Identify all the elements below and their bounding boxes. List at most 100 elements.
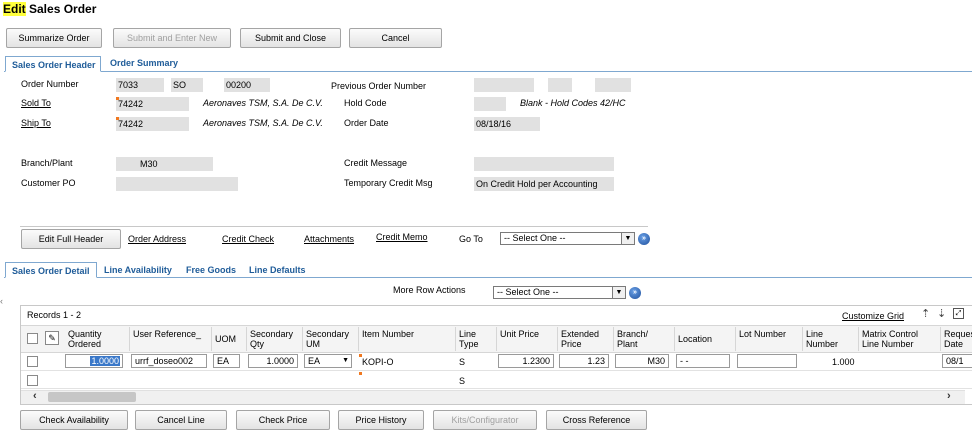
col-matrix-control[interactable]: Matrix Control Line Number	[859, 327, 941, 351]
item-number-value[interactable]: KOPI-O	[362, 357, 394, 367]
unit-price-input[interactable]: 1.2300	[498, 354, 554, 368]
table-row	[21, 371, 972, 389]
go-arrow-icon[interactable]: »	[629, 287, 641, 299]
order-date-field[interactable]: 08/18/16	[474, 117, 540, 131]
credit-check-link[interactable]: Credit Check	[222, 234, 274, 244]
temp-credit-field[interactable]: On Credit Hold per Accounting	[474, 177, 614, 191]
cross-reference-button[interactable]: Cross Reference	[546, 410, 647, 430]
hold-code-label: Hold Code	[344, 98, 387, 108]
branch-plant-field[interactable]: M30	[116, 157, 213, 171]
col-requested-date[interactable]: Requested Date	[941, 327, 972, 351]
select-all-checkbox[interactable]	[27, 333, 38, 344]
check-price-button[interactable]: Check Price	[236, 410, 330, 430]
col-branch-plant[interactable]: Branch/ Plant	[614, 327, 675, 351]
cancel-line-button[interactable]: Cancel Line	[135, 410, 227, 430]
col-uom[interactable]: UOM	[212, 327, 247, 351]
requested-date-input[interactable]: 08/1	[942, 354, 972, 368]
title-highlight: Edit	[3, 2, 26, 16]
horizontal-scrollbar[interactable]	[21, 390, 965, 404]
tab-line-defaults[interactable]: Line Defaults	[249, 265, 306, 275]
header-tab-strip-line	[4, 71, 972, 72]
more-row-actions-value: -- Select One --	[497, 287, 559, 297]
records-count: Records 1 - 2	[27, 310, 82, 320]
secondary-qty-input[interactable]: 1.0000	[248, 354, 298, 368]
scroll-left-icon[interactable]: ‹	[33, 390, 37, 402]
line-number-value: 1.000	[832, 357, 855, 367]
order-address-link[interactable]: Order Address	[128, 234, 186, 244]
previous-order-field-3[interactable]	[595, 78, 631, 92]
submit-close-button[interactable]: Submit and Close	[240, 28, 341, 48]
scrollbar-thumb[interactable]	[48, 392, 136, 402]
check-availability-button[interactable]: Check Availability	[20, 410, 128, 430]
customer-po-field[interactable]	[116, 177, 238, 191]
col-unit-price[interactable]: Unit Price	[497, 327, 558, 351]
more-row-actions-select[interactable]: -- Select One -- ▼	[493, 286, 626, 299]
row-checkbox[interactable]	[27, 375, 38, 386]
price-history-button[interactable]: Price History	[338, 410, 424, 430]
order-type-field[interactable]: SO	[171, 78, 203, 92]
tab-sales-order-detail-label[interactable]: Sales Order Detail	[12, 266, 90, 276]
hold-code-field[interactable]	[474, 97, 506, 111]
lot-number-input[interactable]	[737, 354, 797, 368]
credit-memo-link[interactable]: Credit Memo	[376, 232, 428, 242]
col-secondary-qty[interactable]: Secondary Qty	[247, 327, 303, 351]
ship-to-link[interactable]: Ship To	[21, 118, 51, 128]
secondary-um-input[interactable]: EA ▼	[304, 354, 352, 368]
sold-to-link[interactable]: Sold To	[21, 98, 51, 108]
required-marker	[116, 97, 119, 100]
cancel-button[interactable]: Cancel	[349, 28, 442, 48]
edit-full-header-button[interactable]: Edit Full Header	[21, 229, 121, 249]
col-secondary-um[interactable]: Secondary UM	[303, 327, 359, 351]
tab-sales-order-header-label[interactable]: Sales Order Header	[12, 60, 96, 70]
row-checkbox[interactable]	[27, 356, 38, 367]
tab-line-availability[interactable]: Line Availability	[104, 265, 172, 275]
customize-grid-link[interactable]: Customize Grid	[842, 311, 904, 321]
detail-tab-strip-line	[4, 277, 972, 278]
col-line-number[interactable]: Line Number	[803, 327, 859, 351]
quantity-input[interactable]: 1.0000	[65, 354, 123, 368]
quantity-value: 1.0000	[90, 356, 120, 366]
collapse-left-icon[interactable]: ‹	[0, 296, 3, 306]
user-reference-input[interactable]: urrf_doseo002	[131, 354, 207, 368]
export-icon[interactable]: ⇡	[921, 307, 930, 320]
attachments-link[interactable]: Attachments	[304, 234, 354, 244]
previous-order-field-1[interactable]	[474, 78, 534, 92]
more-row-actions-label: More Row Actions	[393, 285, 466, 295]
branch-plant-input[interactable]: M30	[615, 354, 669, 368]
sold-to-field[interactable]: 74242	[116, 97, 189, 111]
order-number-field[interactable]: 7033	[116, 78, 164, 92]
col-lot-number[interactable]: Lot Number	[736, 327, 803, 351]
summarize-order-button[interactable]: Summarize Order	[6, 28, 102, 48]
scroll-right-icon[interactable]: ›	[947, 390, 951, 402]
col-quantity-ordered[interactable]: Quantity Ordered	[62, 327, 130, 351]
submit-enter-new-button[interactable]: Submit and Enter New	[113, 28, 231, 48]
maximize-icon[interactable]: ⤢	[953, 308, 964, 319]
col-line-type[interactable]: Line Type	[456, 327, 497, 351]
col-extended-price[interactable]: Extended Price	[558, 327, 614, 351]
edit-row-icon[interactable]: ✎	[45, 331, 59, 345]
chevron-down-icon: ▼	[621, 233, 634, 244]
location-input[interactable]: - -	[676, 354, 730, 368]
uom-input[interactable]: EA	[213, 354, 240, 368]
page-title: Edit Sales Order	[3, 2, 96, 16]
tab-free-goods[interactable]: Free Goods	[186, 265, 236, 275]
required-marker	[116, 117, 119, 120]
ship-to-field[interactable]: 74242	[116, 117, 189, 131]
line-type-value: S	[459, 376, 466, 386]
order-company-field[interactable]: 00200	[224, 78, 270, 92]
branch-plant-label: Branch/Plant	[21, 158, 73, 168]
previous-order-label: Previous Order Number	[331, 81, 427, 91]
col-item-number[interactable]: Item Number	[359, 327, 456, 351]
col-location[interactable]: Location	[675, 327, 736, 351]
customer-po-label: Customer PO	[21, 178, 76, 188]
go-arrow-icon[interactable]: »	[638, 233, 650, 245]
line-type-value: S	[459, 357, 466, 367]
previous-order-field-2[interactable]	[548, 78, 572, 92]
download-icon[interactable]: ⇣	[937, 307, 946, 320]
kits-configurator-button[interactable]: Kits/Configurator	[433, 410, 537, 430]
col-user-reference[interactable]: User Reference_	[130, 327, 212, 351]
tab-order-summary[interactable]: Order Summary	[110, 58, 178, 68]
extended-price-input[interactable]: 1.23	[559, 354, 609, 368]
credit-message-field[interactable]	[474, 157, 614, 171]
go-to-select[interactable]: -- Select One -- ▼	[500, 232, 635, 245]
